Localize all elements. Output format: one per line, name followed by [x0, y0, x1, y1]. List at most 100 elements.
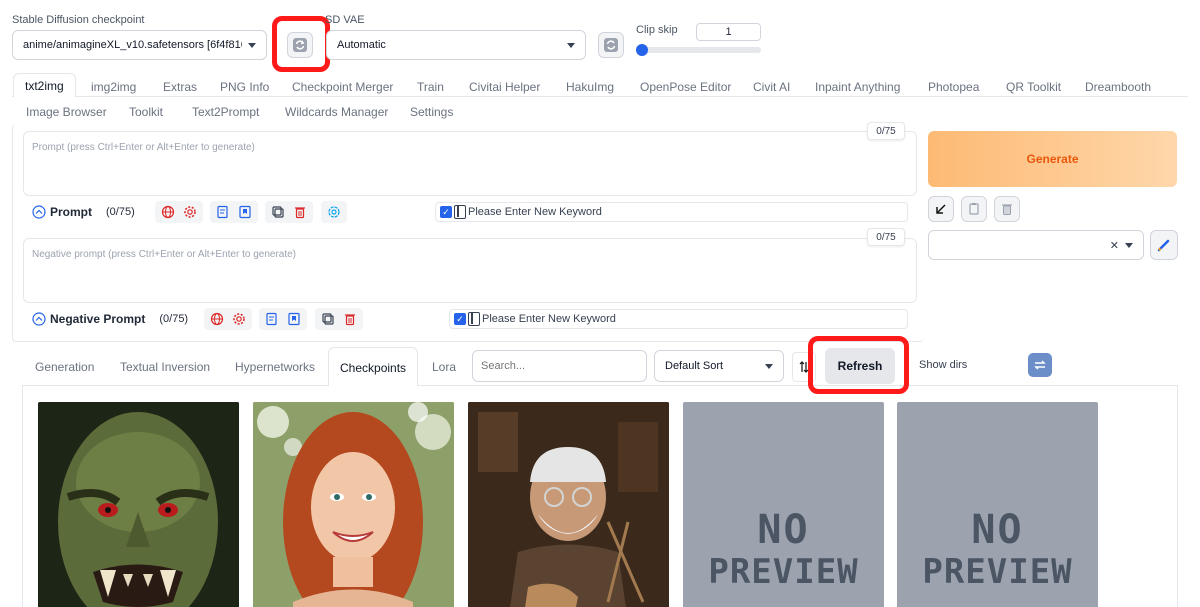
history-list-icon[interactable] [214, 203, 232, 221]
tab-photopea[interactable]: Photopea [928, 80, 979, 94]
no-preview-text: PREVIEW [922, 552, 1073, 592]
copy-icon[interactable] [319, 310, 337, 328]
tab-qr-toolkit[interactable]: QR Toolkit [1006, 80, 1061, 94]
tab-png-info[interactable]: PNG Info [220, 80, 269, 94]
trash-icon[interactable] [291, 203, 309, 221]
checkpoint-card[interactable]: NO PREVIEW [683, 402, 884, 607]
sort-order-button[interactable] [792, 352, 816, 382]
tab-image-browser[interactable]: Image Browser [26, 105, 107, 119]
negative-edit-tools [315, 308, 363, 330]
openai-icon[interactable] [325, 203, 343, 221]
negative-prompt-textarea[interactable]: Negative prompt (press Ctrl+Enter or Alt… [23, 238, 917, 303]
clip-skip-label: Clip skip [636, 24, 678, 36]
negative-prompt-section-header[interactable]: Negative Prompt (0/75) [32, 312, 188, 326]
checkbox-checked-icon[interactable]: ✓ [440, 206, 452, 218]
tab-extras[interactable]: Extras [163, 80, 197, 94]
chevron-down-icon [567, 42, 575, 48]
globe-icon[interactable] [159, 203, 177, 221]
show-dirs-toggle[interactable]: Show dirs [919, 359, 967, 371]
tab-dreambooth[interactable]: Dreambooth [1085, 80, 1151, 94]
clip-skip-slider-thumb[interactable] [636, 44, 648, 56]
refresh-vae-button[interactable] [598, 32, 624, 58]
tab-checkpoints[interactable]: Checkpoints [328, 347, 419, 386]
gear-icon[interactable] [230, 310, 248, 328]
chevron-down-icon [248, 42, 256, 48]
negative-history-tools [259, 308, 307, 330]
search-input[interactable] [472, 350, 647, 382]
chevron-down-icon [1125, 242, 1133, 248]
bookmark-icon[interactable] [236, 203, 254, 221]
refresh-button[interactable]: Refresh [825, 348, 895, 384]
checkpoint-select[interactable]: anime/animagineXL_v10.safetensors [6f4f8… [12, 30, 267, 60]
clip-skip-input[interactable]: 1 [696, 23, 761, 41]
prompt-section-label: Prompt [50, 205, 92, 219]
negative-translate-tools [204, 308, 252, 330]
bookmark-icon[interactable] [285, 310, 303, 328]
checkbox-checked-icon[interactable]: ✓ [454, 313, 466, 325]
checkpoint-preview-portrait-woman [253, 402, 454, 607]
prompt-ai-tools [321, 201, 347, 223]
tab-img2img[interactable]: img2img [91, 80, 136, 94]
prompt-translate-tools [155, 201, 203, 223]
tab-civit-ai[interactable]: Civit AI [753, 80, 790, 94]
checkpoint-value: anime/animagineXL_v10.safetensors [6f4f8… [23, 39, 242, 51]
tab-txt2img[interactable]: txt2img [13, 73, 76, 97]
read-params-button[interactable] [928, 196, 954, 222]
checkpoint-card[interactable] [38, 402, 239, 607]
history-list-icon[interactable] [263, 310, 281, 328]
prompt-section-header[interactable]: Prompt (0/75) [32, 205, 135, 219]
refresh-checkpoints-button[interactable] [287, 32, 313, 58]
tab-civitai-helper[interactable]: Civitai Helper [469, 80, 540, 94]
paste-params-button[interactable] [961, 196, 987, 222]
globe-icon[interactable] [208, 310, 226, 328]
vae-value: Automatic [337, 39, 386, 51]
tab-lora[interactable]: Lora [432, 360, 456, 374]
tab-hypernetworks[interactable]: Hypernetworks [235, 360, 315, 374]
tab-toolkit[interactable]: Toolkit [129, 105, 163, 119]
prompt-token-counter: 0/75 [867, 122, 905, 140]
prompt-section-count: (0/75) [106, 206, 135, 218]
tab-openpose-editor[interactable]: OpenPose Editor [640, 80, 731, 94]
checkpoint-card[interactable]: NO PREVIEW [897, 402, 1098, 607]
prompt-edit-tools [265, 201, 313, 223]
no-preview-text: NO [971, 507, 1024, 553]
tab-checkpoint-merger[interactable]: Checkpoint Merger [292, 80, 393, 94]
book-icon[interactable] [454, 205, 466, 219]
prompt-keyword-input[interactable]: ✓ Please Enter New Keyword [435, 202, 908, 222]
close-icon[interactable]: ✕ [1110, 239, 1119, 252]
book-icon[interactable] [468, 312, 480, 326]
tab-text2prompt[interactable]: Text2Prompt [192, 105, 259, 119]
swap-view-button[interactable] [1028, 353, 1052, 377]
sort-select[interactable]: Default Sort [654, 350, 784, 382]
negative-keyword-input[interactable]: ✓ Please Enter New Keyword [449, 309, 908, 329]
generate-button[interactable]: Generate [928, 131, 1177, 187]
edit-styles-button[interactable] [1150, 230, 1178, 260]
clear-prompt-button[interactable] [994, 196, 1020, 222]
prompt-history-tools [210, 201, 258, 223]
tabs-divider [12, 96, 1188, 97]
prompt-textarea[interactable]: Prompt (press Ctrl+Enter or Alt+Enter to… [23, 131, 917, 196]
checkpoint-card[interactable] [468, 402, 669, 607]
refresh-icon [293, 38, 307, 52]
copy-icon[interactable] [269, 203, 287, 221]
vae-select[interactable]: Automatic [326, 30, 586, 60]
tab-settings[interactable]: Settings [410, 105, 453, 119]
tab-train[interactable]: Train [417, 80, 444, 94]
checkpoint-preview-old-craftsman [468, 402, 669, 607]
clip-skip-slider[interactable] [636, 44, 761, 56]
styles-select[interactable]: ✕ [928, 230, 1144, 260]
paste-icon [969, 203, 979, 215]
tab-wildcards-manager[interactable]: Wildcards Manager [285, 105, 388, 119]
trash-icon[interactable] [341, 310, 359, 328]
tab-generation[interactable]: Generation [35, 360, 94, 374]
gear-icon[interactable] [181, 203, 199, 221]
no-preview-text: NO [757, 507, 810, 553]
tab-hakuimg[interactable]: HakuImg [566, 80, 614, 94]
pencil-icon [1157, 239, 1170, 252]
chevron-down-icon [765, 363, 773, 369]
checkpoint-card[interactable] [253, 402, 454, 607]
tab-inpaint-anything[interactable]: Inpaint Anything [815, 80, 900, 94]
checkpoint-label: Stable Diffusion checkpoint [12, 14, 145, 26]
tab-textual-inversion[interactable]: Textual Inversion [120, 360, 210, 374]
no-preview-text: PREVIEW [708, 552, 859, 592]
